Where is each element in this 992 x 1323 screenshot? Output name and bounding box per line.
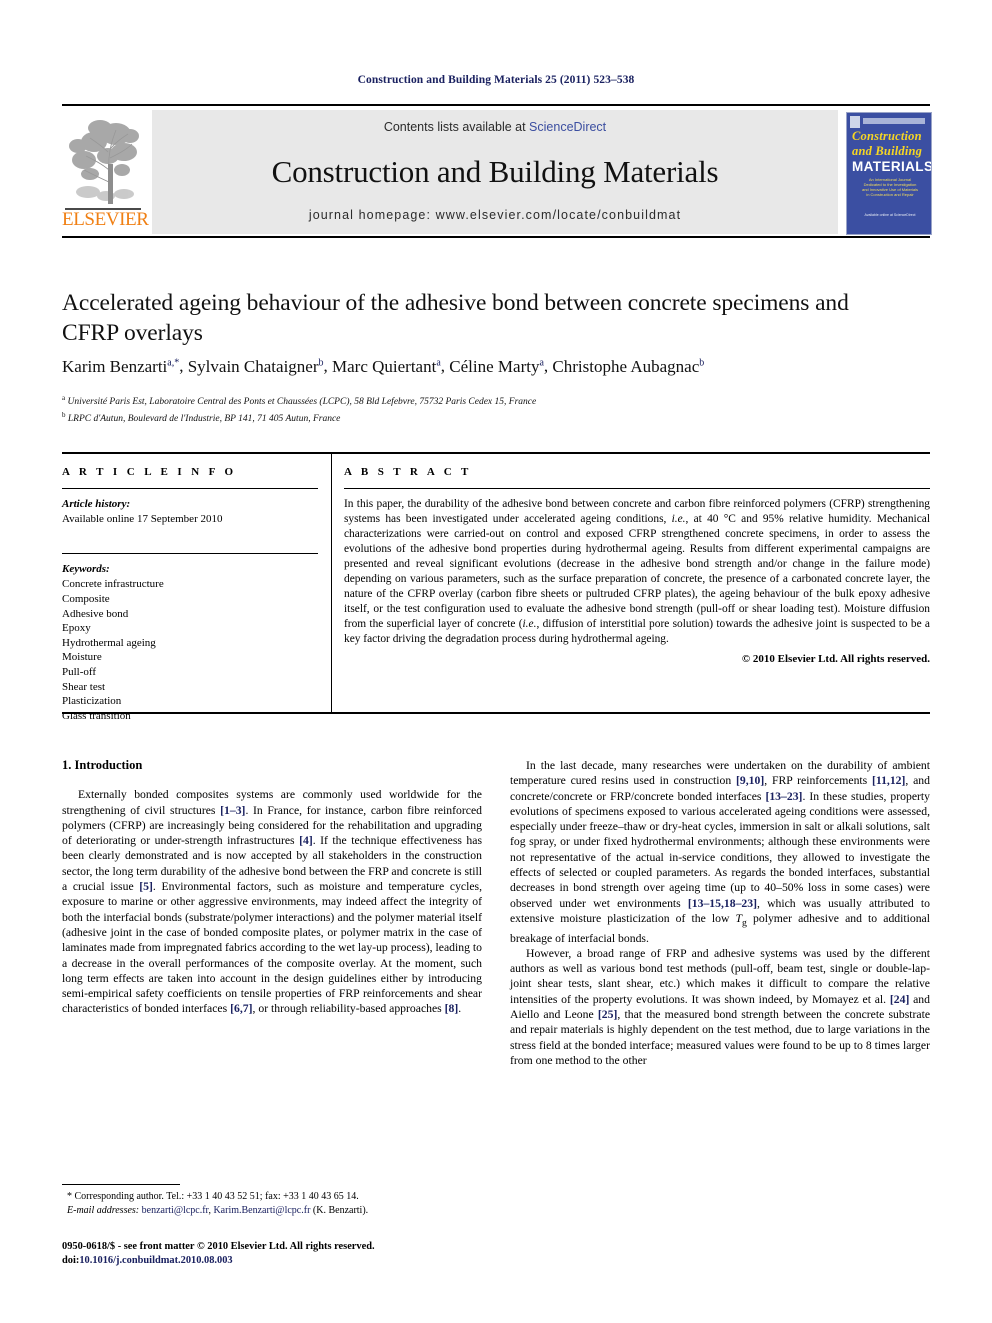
citation-ref[interactable]: [1–3]	[220, 804, 245, 817]
affiliation-item: b LRPC d'Autun, Boulevard de l'Industrie…	[62, 409, 932, 426]
abstract-copyright: © 2010 Elsevier Ltd. All rights reserved…	[741, 653, 930, 666]
keyword-item: Shear test	[62, 680, 106, 693]
author-affil-mark: a	[539, 357, 544, 368]
citation-ref[interactable]: [4]	[299, 834, 313, 847]
info-column-divider	[331, 452, 332, 713]
keyword-item: Hydrothermal ageing	[62, 636, 156, 649]
author-item: Sylvain Chataignerb	[187, 356, 324, 376]
author-item: Céline Martya	[449, 356, 544, 376]
keyword-item: Glass transition	[62, 709, 131, 722]
info-top-rule	[62, 452, 930, 454]
keywords-label: Keywords:	[62, 563, 110, 576]
email-line: E-mail addresses: benzarti@lcpc.fr, Kari…	[67, 1204, 369, 1216]
citation-ref[interactable]: [8]	[445, 1002, 459, 1015]
page-title: Accelerated ageing behaviour of the adhe…	[62, 290, 849, 346]
masthead-band: Contents lists available at ScienceDirec…	[152, 110, 838, 234]
article-info-section: A R T I C L E I N F O Article history: A…	[62, 466, 318, 723]
citation-ref[interactable]: [9,10]	[736, 774, 764, 787]
citation-ref[interactable]: [13–23]	[765, 790, 802, 803]
citation-ref[interactable]: [6,7]	[230, 1002, 252, 1015]
author-affil-mark: a,*	[167, 357, 180, 368]
author-affil-mark: a	[436, 357, 441, 368]
abstract-text: In this paper, the durability of the adh…	[344, 498, 930, 645]
body-paragraph: However, a broad range of FRP and adhesi…	[510, 946, 931, 1067]
elsevier-logo: ELSEVIER	[62, 110, 149, 234]
journal-title: Construction and Building Materials	[271, 154, 719, 189]
elsevier-tree-icon	[64, 112, 142, 208]
cover-title-line-2: and Building	[852, 144, 923, 158]
author-affil-mark: b	[318, 357, 324, 368]
cover-top-bar	[863, 118, 925, 124]
affiliations: a Université Paris Est, Laboratoire Cent…	[62, 392, 932, 426]
citation-ref[interactable]: [25]	[598, 1008, 617, 1021]
abstract-section: A B S T R A C T In this paper, the durab…	[344, 466, 930, 665]
info-heading-rule	[62, 488, 318, 490]
abstract-heading-rule	[344, 488, 930, 490]
sciencedirect-link[interactable]: ScienceDirect	[529, 120, 606, 134]
body-column-left: 1. Introduction Externally bonded compos…	[62, 758, 482, 1017]
author-item: Karim Benzartia,*	[62, 356, 180, 376]
corresponding-author-line: * Corresponding author. Tel.: +33 1 40 4…	[67, 1191, 359, 1202]
right-column-paragraphs: In the last decade, many researches were…	[510, 758, 930, 1068]
title-rule	[62, 236, 930, 238]
doi-line: doi:10.1016/j.conbuildmat.2010.08.003	[62, 1254, 562, 1268]
citation-ref[interactable]: [13–15,18–23]	[688, 897, 757, 910]
citation-ref[interactable]: [5]	[139, 880, 153, 893]
cover-elsevier-mark-icon	[850, 116, 860, 128]
email-suffix: (K. Benzarti).	[312, 1204, 369, 1216]
issn-copyright-line: 0950-0618/$ - see front matter © 2010 El…	[62, 1241, 375, 1252]
body-paragraph: In the last decade, many researches were…	[510, 759, 931, 945]
journal-homepage-link[interactable]: journal homepage: www.elsevier.com/locat…	[152, 208, 838, 222]
corresponding-author-footnote: * Corresponding author. Tel.: +33 1 40 4…	[62, 1190, 482, 1217]
affiliation-text: LRPC d'Autun, Boulevard de l'Industrie, …	[67, 414, 341, 425]
body-paragraph: Externally bonded composites systems are…	[62, 788, 482, 1016]
paper-page: Construction and Building Materials 25 (…	[0, 0, 992, 1323]
section-heading-introduction: 1. Introduction	[62, 758, 143, 772]
author-item: Christophe Aubagnacb	[552, 356, 705, 376]
body-top-rule	[62, 712, 930, 714]
citation-ref[interactable]: [11,12]	[872, 774, 905, 787]
keyword-item: Concrete infrastructure	[62, 578, 164, 591]
elsevier-wordmark: ELSEVIER	[62, 209, 149, 230]
email-link-1[interactable]: benzarti@lcpc.fr	[142, 1205, 209, 1216]
author-affil-mark: b	[699, 357, 705, 368]
affiliation-item: a Université Paris Est, Laboratoire Cent…	[62, 392, 932, 409]
info-keywords-rule	[62, 553, 318, 555]
cover-title-line-1: Construction	[852, 129, 922, 143]
abstract-heading: A B S T R A C T	[344, 466, 472, 478]
article-history-value: Available online 17 September 2010	[62, 513, 223, 526]
body-column-right: In the last decade, many researches were…	[510, 758, 930, 1068]
journal-masthead: ELSEVIER Contents lists available at Sci…	[62, 104, 932, 235]
article-history-label: Article history:	[62, 498, 131, 511]
footnote-rule	[62, 1184, 180, 1185]
affiliation-text: Université Paris Est, Laboratoire Centra…	[67, 397, 537, 408]
running-head: Construction and Building Materials 25 (…	[357, 74, 635, 86]
keyword-item: Moisture	[62, 651, 102, 664]
journal-cover-thumbnail: Construction and Building MATERIALS An I…	[846, 112, 932, 235]
article-info-heading: A R T I C L E I N F O	[62, 466, 237, 478]
contents-available-line: Contents lists available at ScienceDirec…	[152, 120, 838, 134]
page-footer: 0950-0618/$ - see front matter © 2010 El…	[62, 1240, 562, 1268]
affiliation-mark: a	[62, 394, 66, 402]
left-column-paragraphs: Externally bonded composites systems are…	[62, 787, 482, 1016]
affiliation-mark: b	[62, 411, 66, 420]
cover-title-line-3: MATERIALS	[852, 159, 932, 174]
cover-footer-text: Available online at ScienceDirect	[864, 213, 916, 217]
doi-link[interactable]: 10.1016/j.conbuildmat.2010.08.003	[79, 1255, 232, 1266]
cover-blurb: An International Journal Dedicated to th…	[861, 177, 919, 197]
author-list: Karim Benzartia,*, Sylvain Chataignerb, …	[62, 356, 705, 376]
contents-prefix: Contents lists available at	[383, 120, 530, 134]
author-item: Marc Quiertanta	[332, 356, 441, 376]
citation-ref[interactable]: [24]	[890, 993, 909, 1006]
keyword-item: Composite	[62, 592, 110, 605]
doi-label: doi:	[62, 1255, 80, 1266]
email-link-2[interactable]: Karim.Benzarti@lcpc.fr	[213, 1205, 310, 1216]
email-label: E-mail addresses:	[67, 1204, 140, 1216]
keywords-list: Concrete infrastructure Composite Adhesi…	[62, 577, 318, 723]
keyword-item: Plasticization	[62, 695, 122, 708]
keyword-item: Epoxy	[62, 622, 91, 635]
keyword-item: Adhesive bond	[62, 607, 129, 620]
keyword-item: Pull-off	[62, 665, 97, 678]
